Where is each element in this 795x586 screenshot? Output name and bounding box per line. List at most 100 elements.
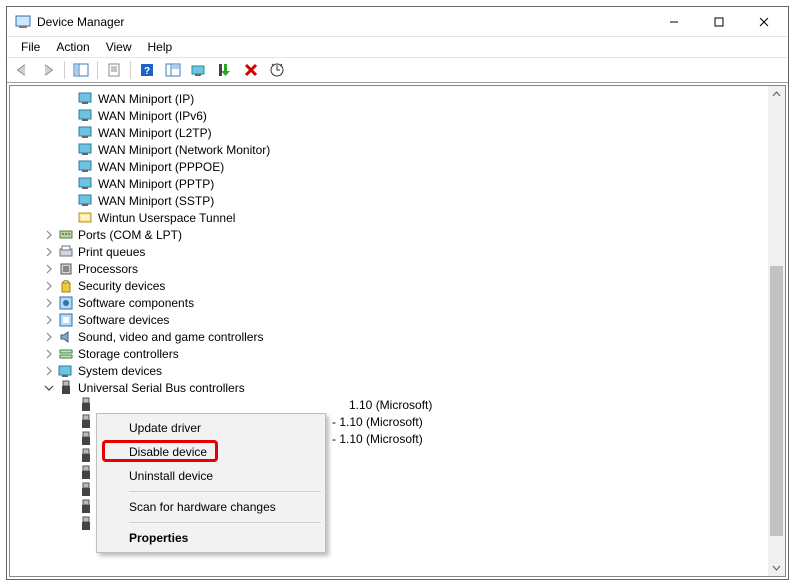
chevron-right-icon[interactable]: [42, 330, 56, 344]
enable-device-button[interactable]: [213, 59, 237, 81]
category-icon: [58, 244, 74, 260]
chevron-right-icon[interactable]: [42, 364, 56, 378]
tree-item-label: Wintun Userspace Tunnel: [98, 211, 235, 225]
ctx-uninstall-device[interactable]: Uninstall device: [99, 464, 323, 488]
tree-item-label: WAN Miniport (Network Monitor): [98, 143, 270, 157]
tree-item-label: Software devices: [78, 313, 169, 327]
uninstall-device-button[interactable]: [239, 59, 263, 81]
tree-item-wan-miniport[interactable]: WAN Miniport (PPTP): [10, 175, 768, 192]
chevron-right-icon[interactable]: [42, 296, 56, 310]
usb-device-icon: [78, 482, 94, 498]
tree-item-wintun[interactable]: Wintun Userspace Tunnel: [10, 209, 768, 226]
usb-device-icon: [78, 448, 94, 464]
chevron-right-icon[interactable]: [42, 228, 56, 242]
tree-item-label: 1.10 (Microsoft): [349, 398, 432, 412]
chevron-right-icon[interactable]: [42, 245, 56, 259]
update-driver-button[interactable]: [187, 59, 211, 81]
ctx-properties[interactable]: Properties: [99, 526, 323, 550]
scroll-up-button[interactable]: [768, 86, 785, 103]
chevron-right-icon[interactable]: [42, 347, 56, 361]
action-button[interactable]: [161, 59, 185, 81]
monitor-icon: [78, 125, 94, 141]
category-icon: [58, 295, 74, 311]
monitor-icon: [78, 108, 94, 124]
tree-item-wan-miniport[interactable]: WAN Miniport (IPv6): [10, 107, 768, 124]
toolbar: ?: [7, 57, 788, 83]
app-icon: [15, 14, 31, 30]
usb-device-icon: [78, 397, 94, 413]
tree-item-label: System devices: [78, 364, 162, 378]
usb-device-icon: [78, 499, 94, 515]
chevron-right-icon[interactable]: [42, 313, 56, 327]
tree-item-label: WAN Miniport (L2TP): [98, 126, 212, 140]
tree-category[interactable]: System devices: [10, 362, 768, 379]
tree-item-wan-miniport[interactable]: WAN Miniport (Network Monitor): [10, 141, 768, 158]
chevron-right-icon[interactable]: [42, 262, 56, 276]
network-icon: [78, 210, 94, 226]
tree-category[interactable]: Storage controllers: [10, 345, 768, 362]
ctx-update-driver[interactable]: Update driver: [99, 416, 323, 440]
content-area: WAN Miniport (IP) WAN Miniport (IPv6) WAN …: [7, 83, 788, 579]
tree-category[interactable]: Ports (COM & LPT): [10, 226, 768, 243]
tree-item-label: WAN Miniport (PPPOE): [98, 160, 224, 174]
usb-icon: [58, 380, 74, 396]
tree-item-label: Security devices: [78, 279, 165, 293]
device-manager-window: Device Manager File Action View Help ?: [6, 6, 789, 580]
chevron-down-icon[interactable]: [42, 381, 56, 395]
tree-item-label: Print queues: [78, 245, 145, 259]
usb-device-icon: [78, 431, 94, 447]
tree-category[interactable]: Print queues: [10, 243, 768, 260]
minimize-button[interactable]: [651, 8, 696, 36]
toolbar-separator: [97, 61, 98, 79]
menu-help[interactable]: Help: [140, 38, 181, 56]
tree-category[interactable]: Software devices: [10, 311, 768, 328]
tree-item-wan-miniport[interactable]: WAN Miniport (IP): [10, 90, 768, 107]
ctx-scan-hardware[interactable]: Scan for hardware changes: [99, 495, 323, 519]
category-icon: [58, 329, 74, 345]
tree-item-wan-miniport[interactable]: WAN Miniport (PPPOE): [10, 158, 768, 175]
monitor-icon: [78, 91, 94, 107]
menu-action[interactable]: Action: [48, 38, 97, 56]
tree-item-usb-controllers[interactable]: Universal Serial Bus controllers: [10, 379, 768, 396]
window-controls: [651, 8, 786, 36]
menu-file[interactable]: File: [13, 38, 48, 56]
tree-item-label: Processors: [78, 262, 138, 276]
tree-category[interactable]: Processors: [10, 260, 768, 277]
usb-device-icon: [78, 516, 94, 532]
tree-item-usb-device-selected[interactable]: 1.10 (Microsoft): [10, 396, 768, 413]
ctx-disable-device[interactable]: Disable device: [99, 440, 323, 464]
tree-category[interactable]: Software components: [10, 294, 768, 311]
window-title: Device Manager: [37, 15, 651, 29]
tree-category[interactable]: Sound, video and game controllers: [10, 328, 768, 345]
scroll-down-button[interactable]: [768, 559, 785, 576]
vertical-scrollbar[interactable]: [768, 86, 785, 576]
tree-item-wan-miniport[interactable]: WAN Miniport (SSTP): [10, 192, 768, 209]
help-button[interactable]: ?: [135, 59, 159, 81]
tree-item-wan-miniport[interactable]: WAN Miniport (L2TP): [10, 124, 768, 141]
close-button[interactable]: [741, 8, 786, 36]
tree-item-label: - 1.10 (Microsoft): [332, 432, 423, 446]
menu-view[interactable]: View: [98, 38, 140, 56]
chevron-right-icon[interactable]: [42, 279, 56, 293]
tree-item-label: - 1.10 (Microsoft): [332, 415, 423, 429]
back-button[interactable]: [10, 59, 34, 81]
monitor-icon: [78, 159, 94, 175]
tree-item-label: WAN Miniport (SSTP): [98, 194, 214, 208]
tree-item-label: Storage controllers: [78, 347, 179, 361]
device-tree-pane: WAN Miniport (IP) WAN Miniport (IPv6) WAN …: [9, 85, 786, 577]
titlebar: Device Manager: [7, 7, 788, 37]
monitor-icon: [78, 193, 94, 209]
menubar: File Action View Help: [7, 37, 788, 57]
tree-item-label: WAN Miniport (IPv6): [98, 109, 207, 123]
forward-button[interactable]: [36, 59, 60, 81]
properties-button[interactable]: [102, 59, 126, 81]
monitor-icon: [78, 142, 94, 158]
usb-device-icon: [78, 414, 94, 430]
tree-item-label: Sound, video and game controllers: [78, 330, 263, 344]
scrollbar-thumb[interactable]: [770, 266, 783, 536]
show-hide-tree-button[interactable]: [69, 59, 93, 81]
maximize-button[interactable]: [696, 8, 741, 36]
context-menu: Update driver Disable device Uninstall d…: [96, 413, 326, 553]
tree-category[interactable]: Security devices: [10, 277, 768, 294]
scan-hardware-button[interactable]: [265, 59, 289, 81]
